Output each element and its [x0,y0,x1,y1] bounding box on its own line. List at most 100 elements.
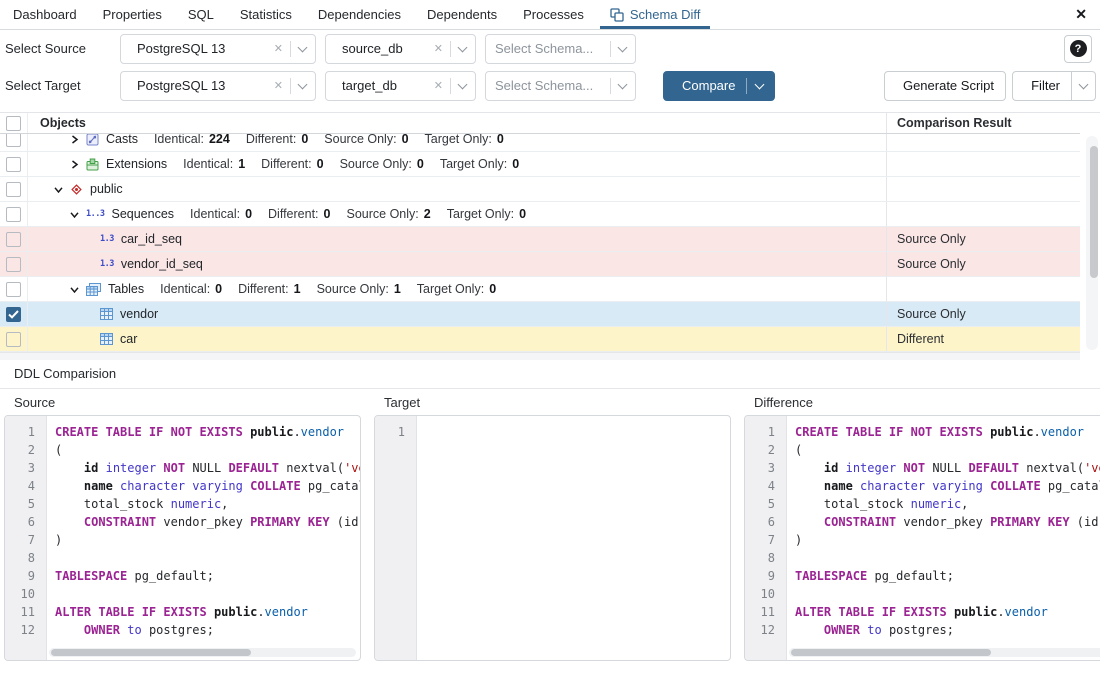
clear-icon[interactable]: ✕ [274,42,283,55]
code-editor-target[interactable]: 1 [374,415,731,661]
source-server-select[interactable]: PostgreSQL 13 ✕ [120,34,316,64]
target-database-select[interactable]: target_db ✕ [325,71,476,101]
grid-vertical-scrollbar-thumb[interactable] [1090,146,1098,278]
chevron-right-icon[interactable] [70,135,86,144]
filter-button-group: Filter [1012,71,1096,101]
table-icon [100,333,113,345]
chevron-down-icon[interactable] [755,79,765,89]
tree-row-car-id-seq[interactable]: 1.3car_id_seqSource Only [0,227,1080,252]
tree-row-public[interactable]: public [0,177,1080,202]
code-horizontal-scrollbar-thumb[interactable] [791,649,991,656]
code-line: ALTER TABLE IF EXISTS public.vendor [795,603,1100,621]
chevron-down-icon[interactable] [298,42,308,52]
generate-script-button[interactable]: Generate Script [884,71,1006,101]
row-checkbox[interactable] [6,282,21,297]
select-all-checkbox[interactable] [6,116,21,131]
tab-label: Statistics [240,7,292,22]
line-number: 3 [5,459,46,477]
select-target-row: Select Target PostgreSQL 13 ✕ target_db … [0,67,1100,104]
table-icon [100,308,113,320]
code-line: CREATE TABLE IF NOT EXISTS public.vendor [795,423,1100,441]
ddl-panel-label: Target [374,393,731,415]
filter-label: Filter [1031,78,1060,93]
line-number-gutter: 123456789101112 [745,416,787,660]
chevron-down-icon[interactable] [298,79,308,89]
tab-dashboard[interactable]: Dashboard [0,0,90,29]
chevron-right-icon[interactable] [70,160,86,169]
row-checkbox[interactable] [6,232,21,247]
tree-row-vendor[interactable]: vendorSource Only [0,302,1080,327]
count-value: 0 [215,282,222,296]
code-content: CREATE TABLE IF NOT EXISTS public.vendor… [47,416,360,660]
tree-row-tables[interactable]: TablesIdentical:0Different:1Source Only:… [0,277,1080,302]
code-line [795,585,1100,603]
count-value: 2 [424,207,431,221]
row-checkbox[interactable] [6,207,21,222]
compare-button[interactable]: Compare [663,71,775,101]
object-name: Sequences [111,207,174,221]
chevron-down-icon[interactable] [458,79,468,89]
line-number: 12 [5,621,46,639]
target-server-select[interactable]: PostgreSQL 13 ✕ [120,71,316,101]
ddl-panel-source: Source123456789101112CREATE TABLE IF NOT… [4,393,361,661]
row-checkbox[interactable] [6,332,21,347]
line-number: 5 [745,495,786,513]
target-database-value: target_db [342,78,430,93]
line-number: 8 [5,549,46,567]
source-database-select[interactable]: source_db ✕ [325,34,476,64]
grid-header: Objects Comparison Result [0,113,1080,134]
chevron-down-icon [1079,79,1089,89]
tab-statistics[interactable]: Statistics [227,0,305,29]
clear-icon[interactable]: ✕ [434,42,443,55]
tab-schema-diff[interactable]: Schema Diff [597,0,714,29]
tab-bar: DashboardPropertiesSQL Statistics Dependen… [0,0,1100,30]
clear-icon[interactable]: ✕ [434,79,443,92]
tab-dependencies[interactable]: Dependencies [305,0,414,29]
chevron-down-icon[interactable] [54,185,70,194]
code-line: total_stock numeric, [55,495,360,513]
tree-row-car[interactable]: carDifferent [0,327,1080,352]
code-line [425,423,730,441]
tab-label: Schema Diff [630,7,701,22]
code-horizontal-scrollbar-thumb[interactable] [51,649,251,656]
line-number: 6 [5,513,46,531]
chevron-down-icon[interactable] [618,79,628,89]
grid-horizontal-scrollbar[interactable] [0,352,1080,360]
tree-row-extensions[interactable]: ExtensionsIdentical:1Different:0Source O… [0,152,1080,177]
code-editor-difference[interactable]: 123456789101112 CREATE TABLE IF NOT EXIST… [744,415,1100,661]
filter-dropdown-button[interactable] [1072,71,1096,101]
help-icon: ? [1070,40,1087,57]
chevron-down-icon[interactable] [70,210,86,219]
tree-row-vendor-id-seq[interactable]: 1.3vendor_id_seqSource Only [0,252,1080,277]
help-button[interactable]: ? [1064,35,1092,63]
line-number: 10 [5,585,46,603]
target-schema-select[interactable]: Select Schema... [485,71,636,101]
clear-icon[interactable]: ✕ [274,79,283,92]
row-checkbox[interactable] [6,182,21,197]
tab-dependents[interactable]: Dependents [414,0,510,29]
count-label: Source Only: [324,134,396,146]
filter-button[interactable]: Filter [1012,71,1072,101]
row-checkbox[interactable] [6,307,21,322]
code-line: ) [795,531,1100,549]
source-schema-select[interactable]: Select Schema... [485,34,636,64]
tab-processes[interactable]: Processes [510,0,597,29]
tab-properties[interactable]: Properties [90,0,175,29]
count-value: 1 [294,282,301,296]
row-checkbox[interactable] [6,257,21,272]
row-checkbox[interactable] [6,134,21,147]
line-number: 4 [745,477,786,495]
chevron-down-icon[interactable] [458,42,468,52]
code-editor-source[interactable]: 123456789101112CREATE TABLE IF NOT EXIST… [4,415,361,661]
tree-row-sequences[interactable]: 1..3SequencesIdentical:0Different:0Sourc… [0,202,1080,227]
object-name: Extensions [106,157,167,171]
tab-sql[interactable]: SQL [175,0,227,29]
tree-row-casts[interactable]: CastsIdentical:224Different:0Source Only… [0,134,1080,152]
count-label: Identical: [154,134,204,146]
object-name: car [120,332,137,346]
code-line: OWNER to postgres; [795,621,1100,639]
row-checkbox[interactable] [6,157,21,172]
chevron-down-icon[interactable] [70,285,86,294]
chevron-down-icon[interactable] [618,42,628,52]
close-panel-button[interactable]: ✕ [1062,0,1100,29]
